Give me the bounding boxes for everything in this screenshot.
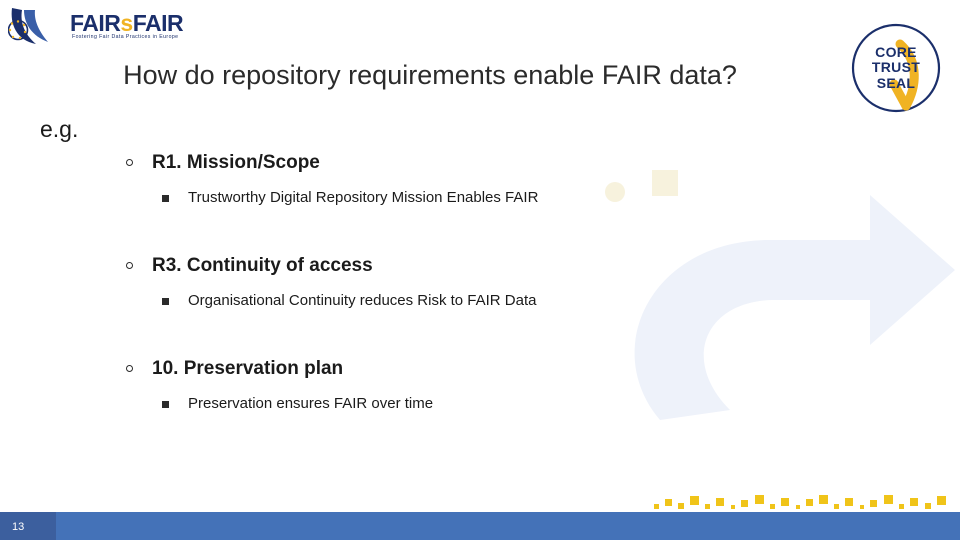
logo-wordmark: FAIRsFAIR <box>70 10 184 36</box>
circle-bullet-icon <box>126 262 133 269</box>
square-bullet-icon <box>162 298 169 305</box>
circle-bullet-icon <box>126 365 133 372</box>
footer-dot-pattern <box>654 495 946 509</box>
square-bullet-icon <box>162 401 169 408</box>
bullet-detail-label: Preservation ensures FAIR over time <box>188 395 434 412</box>
circle-bullet-icon <box>126 159 133 166</box>
bullet-heading: R3. Continuity of access <box>0 253 960 279</box>
cts-line-trust: TRUST <box>871 59 921 76</box>
bullet-heading-label: R1. Mission/Scope <box>152 152 320 173</box>
cts-line-core: CORE <box>875 44 917 61</box>
fairsfair-logo: FAIRsFAIR Fostering Fair Data Practices … <box>8 4 208 50</box>
bullet-heading: R1. Mission/Scope <box>0 150 960 176</box>
footer-number-box <box>0 512 56 540</box>
bullet-heading-label: R3. Continuity of access <box>152 255 373 276</box>
cts-line-seal: SEAL <box>876 74 916 91</box>
bullet-group: R3. Continuity of access Organisational … <box>0 253 960 312</box>
page-number: 13 <box>12 521 25 533</box>
page-title: How do repository requirements enable FA… <box>123 60 737 90</box>
footer-bar <box>0 512 960 540</box>
bullet-heading-label: 10. Preservation plan <box>152 358 344 379</box>
bullet-detail-label: Trustworthy Digital Repository Mission E… <box>188 189 539 206</box>
fairsfair-logo-mark <box>8 8 48 44</box>
coretrustseal-badge: CORE TRUST SEAL <box>850 22 942 114</box>
square-bullet-icon <box>162 195 169 202</box>
bullet-group: 10. Preservation plan Preservation ensur… <box>0 356 960 415</box>
bullet-detail: Organisational Continuity reduces Risk t… <box>0 290 960 312</box>
coretrustseal-label: CORE TRUST SEAL <box>850 22 942 114</box>
bullet-detail: Preservation ensures FAIR over time <box>0 393 960 415</box>
bullet-detail-label: Organisational Continuity reduces Risk t… <box>188 292 537 309</box>
intro-text: e.g. <box>40 116 79 142</box>
bullet-heading: 10. Preservation plan <box>0 356 960 382</box>
bullet-detail: Trustworthy Digital Repository Mission E… <box>0 187 960 209</box>
bullet-list: R1. Mission/Scope Trustworthy Digital Re… <box>0 150 960 415</box>
bullet-group: R1. Mission/Scope Trustworthy Digital Re… <box>0 150 960 209</box>
logo-tagline: Fostering Fair Data Practices in Europe <box>72 34 179 40</box>
